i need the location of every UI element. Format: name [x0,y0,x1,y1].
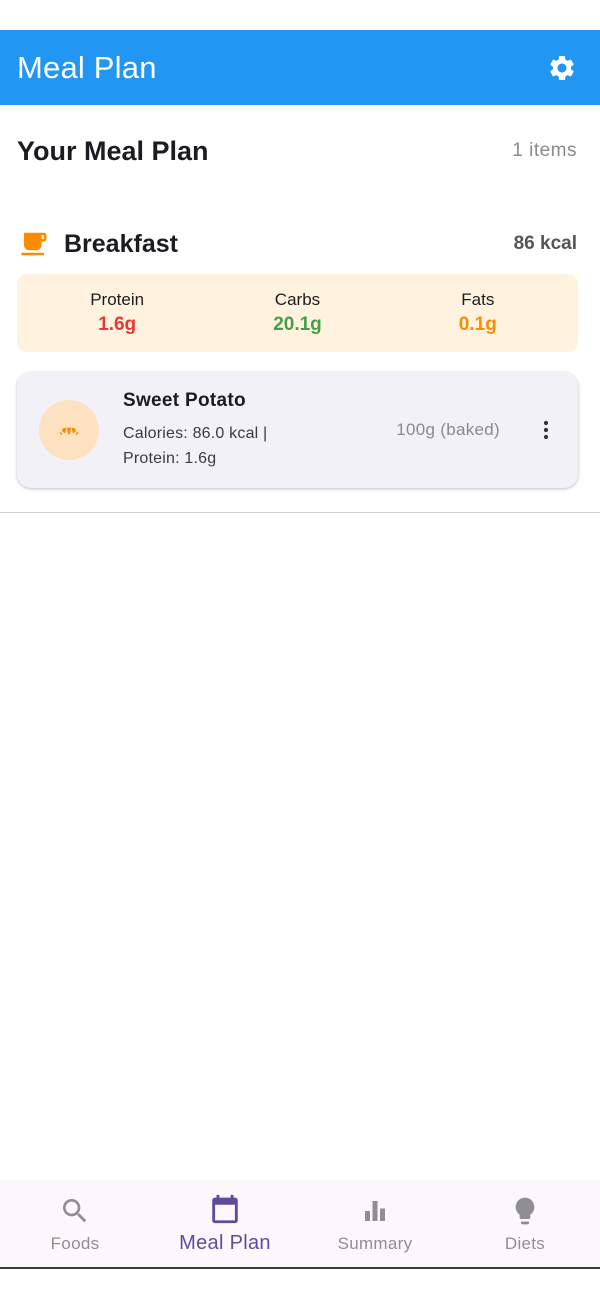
nav-label-meal-plan: Meal Plan [179,1232,271,1254]
macro-fats-label: Fats [461,290,495,309]
food-name: Sweet Potato [123,389,246,411]
macro-protein: Protein 1.6g [42,290,192,336]
macro-fats: Fats 0.1g [403,290,553,336]
nav-label-diets: Diets [504,1233,546,1253]
more-vertical-icon [543,420,549,440]
lightbulb-icon [509,1194,541,1228]
coffee-cup-icon [19,229,49,259]
food-card[interactable]: Sweet Potato Calories: 86.0 kcal | Prote… [17,372,578,488]
status-bar [0,0,600,30]
page-title: Your Meal Plan [17,135,209,166]
content-divider [0,512,600,513]
nav-item-foods[interactable]: Foods [0,1180,150,1267]
macro-fats-value: 0.1g [458,314,497,335]
meal-title: Breakfast [64,229,178,258]
app-bar-title: Meal Plan [17,49,157,85]
croissant-icon [59,427,79,436]
macro-carbs-label: Carbs [274,290,321,309]
food-options-button[interactable] [530,410,562,450]
bar-chart-icon [360,1194,390,1228]
calendar-icon [208,1192,242,1226]
meal-header-left: Breakfast [19,229,178,259]
bottom-navigation: Foods Meal Plan Summary Diets [0,1180,600,1269]
food-avatar [39,400,99,460]
meal-kcal: 86 kcal [513,233,577,254]
macro-protein-label: Protein [90,290,145,309]
nav-label-summary: Summary [337,1233,413,1253]
food-portion: 100g (baked) [396,420,500,439]
search-icon [59,1194,91,1228]
macro-carbs-value: 20.1g [273,314,322,335]
page-header: Your Meal Plan 1 items [0,105,600,197]
settings-button[interactable] [544,50,580,86]
food-info: Sweet Potato Calories: 86.0 kcal | Prote… [123,390,396,471]
nav-label-foods: Foods [50,1233,100,1253]
gear-icon [550,55,574,80]
food-details: Calories: 86.0 kcal | Protein: 1.6g [123,424,268,467]
nav-item-diets[interactable]: Diets [450,1180,600,1267]
meal-section-breakfast: Breakfast 86 kcal Protein 1.6g Carbs 20.… [0,222,600,488]
macro-protein-value: 1.6g [98,314,137,335]
meal-header: Breakfast 86 kcal [0,222,600,266]
macro-summary: Protein 1.6g Carbs 20.1g Fats 0.1g [17,274,578,352]
items-count: 1 items [512,140,577,161]
nav-item-meal-plan[interactable]: Meal Plan [150,1180,300,1267]
app-bar: Meal Plan [0,30,600,105]
main-content: Your Meal Plan 1 items Breakfast 86 kcal… [0,105,600,488]
nav-item-summary[interactable]: Summary [300,1180,450,1267]
macro-carbs: Carbs 20.1g [222,290,372,336]
